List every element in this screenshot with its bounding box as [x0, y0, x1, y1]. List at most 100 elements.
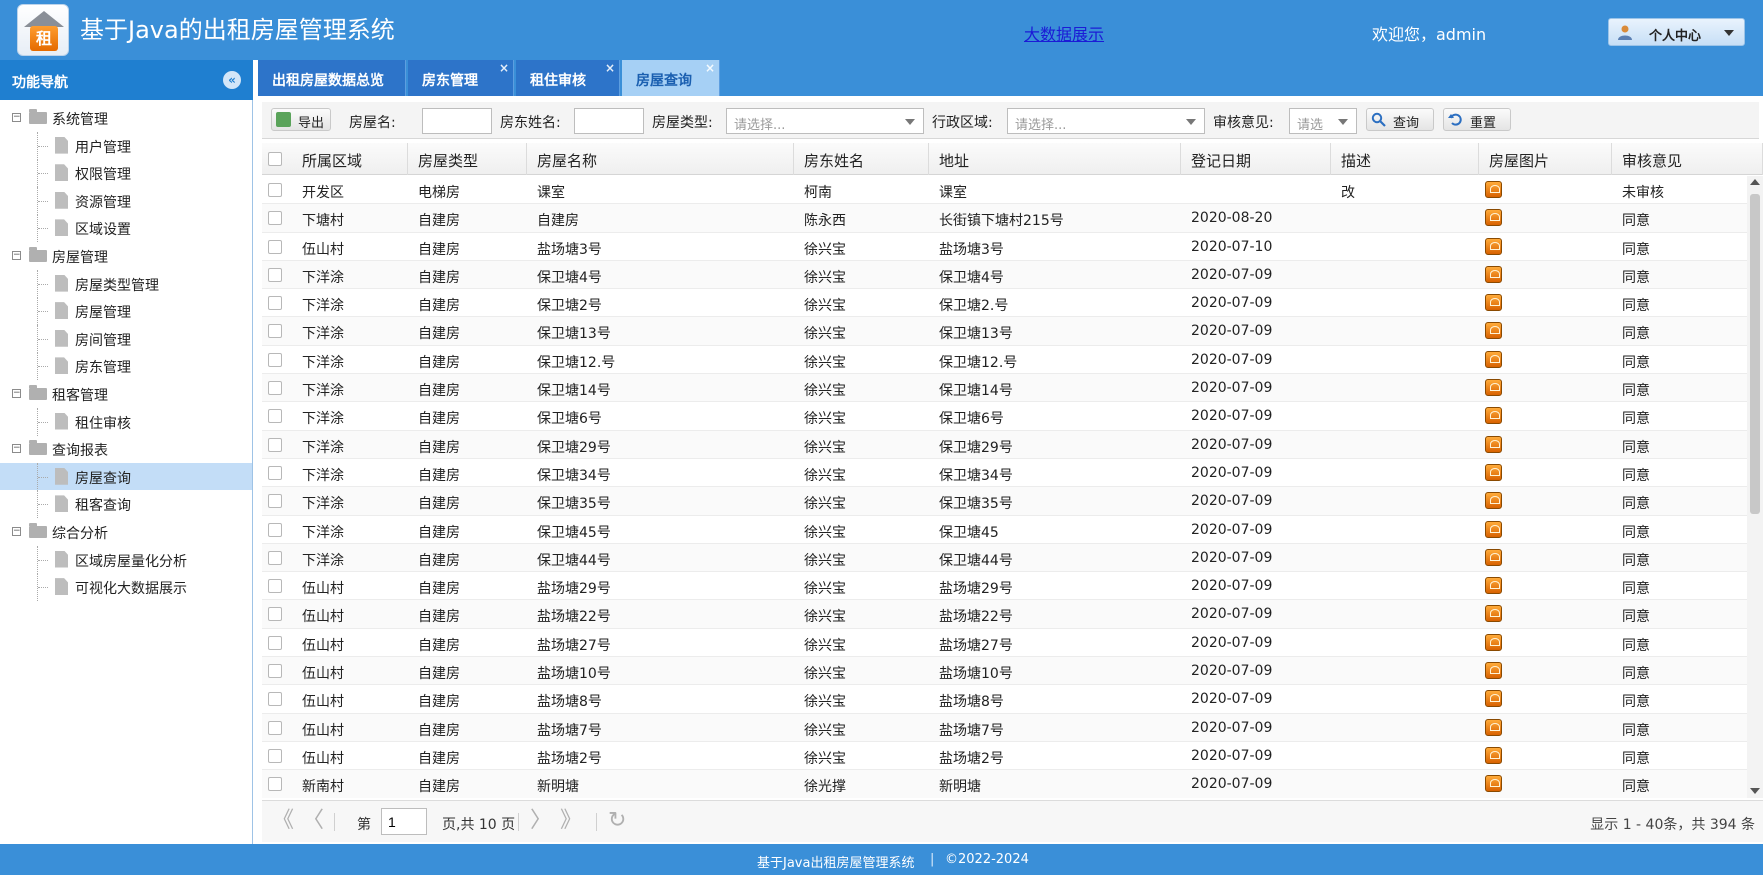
reset-button[interactable]: 重置	[1443, 108, 1511, 131]
house-image-icon[interactable]	[1485, 379, 1502, 397]
close-tab-icon[interactable]: ×	[499, 61, 509, 75]
house-image-icon[interactable]	[1485, 577, 1502, 595]
house-image-icon[interactable]	[1485, 492, 1502, 510]
row-checkbox[interactable]	[268, 211, 282, 226]
column-header[interactable]: 登记日期	[1181, 143, 1331, 175]
query-button[interactable]: 查询	[1366, 108, 1434, 131]
row-checkbox[interactable]	[268, 550, 282, 565]
table-row[interactable]: 下洋涂 自建房 保卫塘6号 徐兴宝 保卫塘6号 2020-07-09 同意	[262, 402, 1747, 431]
tree-item[interactable]: 资源管理	[0, 186, 252, 215]
table-row[interactable]: 下洋涂 自建房 保卫塘44号 徐兴宝 保卫塘44号 2020-07-09 同意	[262, 543, 1747, 573]
scroll-up-icon[interactable]	[1750, 179, 1760, 185]
tab-3[interactable]: 房屋查询 ×	[622, 60, 720, 96]
landlord-input[interactable]	[574, 108, 644, 134]
row-checkbox[interactable]	[268, 748, 282, 763]
tab-0[interactable]: 出租房屋数据总览	[258, 60, 406, 96]
user-center-dropdown[interactable]: 个人中心	[1608, 18, 1745, 46]
row-checkbox[interactable]	[268, 635, 282, 650]
house-image-icon[interactable]	[1485, 690, 1502, 708]
house-image-icon[interactable]	[1485, 463, 1502, 481]
tree-item[interactable]: 权限管理	[0, 159, 252, 188]
column-header[interactable]: 房屋类型	[408, 143, 527, 175]
review-select[interactable]: 请选	[1289, 108, 1357, 134]
house-image-icon[interactable]	[1485, 294, 1502, 312]
table-row[interactable]: 下洋涂 自建房 保卫塘14号 徐兴宝 保卫塘14号 2020-07-09 同意	[262, 374, 1747, 403]
scroll-down-icon[interactable]	[1750, 788, 1760, 794]
tab-2[interactable]: 租住审核 ×	[516, 60, 620, 96]
close-tab-icon[interactable]: ×	[705, 61, 715, 75]
house-image-icon[interactable]	[1485, 662, 1502, 680]
table-row[interactable]: 新南村 自建房 新明塘 徐光撑 新明塘 2020-07-09 同意	[262, 770, 1747, 798]
tree-item[interactable]: 用户管理	[0, 131, 252, 160]
tree-item[interactable]: 可视化大数据展示	[0, 573, 252, 602]
table-row[interactable]: 伍山村 自建房 盐场塘2号 徐兴宝 盐场塘2号 2020-07-09 同意	[262, 742, 1747, 771]
collapse-node-icon[interactable]: −	[12, 113, 21, 122]
tree-item[interactable]: 区域设置	[0, 214, 252, 243]
row-checkbox[interactable]	[268, 239, 282, 254]
first-page-icon[interactable]: 《	[272, 809, 294, 833]
house-image-icon[interactable]	[1485, 265, 1502, 283]
column-header[interactable]: 房东姓名	[794, 143, 929, 175]
house-image-icon[interactable]	[1485, 718, 1502, 736]
house-image-icon[interactable]	[1485, 520, 1502, 538]
export-button[interactable]: 导出	[271, 108, 331, 131]
table-row[interactable]: 伍山村 自建房 盐场塘8号 徐兴宝 盐场塘8号 2020-07-09 同意	[262, 685, 1747, 714]
table-row[interactable]: 开发区 电梯房 课室 柯南 课室 改 未审核	[262, 176, 1747, 205]
row-checkbox[interactable]	[268, 324, 282, 339]
row-checkbox[interactable]	[268, 381, 282, 396]
table-row[interactable]: 伍山村 自建房 盐场塘29号 徐兴宝 盐场塘29号 2020-07-09 同意	[262, 572, 1747, 601]
table-row[interactable]: 下塘村 自建房 自建房 陈永西 长街镇下塘村215号 2020-08-20 同意	[262, 204, 1747, 233]
tree-item[interactable]: 房屋管理	[0, 297, 252, 326]
tree-item[interactable]: 房间管理	[0, 324, 252, 353]
table-row[interactable]: 下洋涂 自建房 保卫塘12.号 徐兴宝 保卫塘12.号 2020-07-09 同意	[262, 346, 1747, 375]
collapse-node-icon[interactable]: −	[12, 444, 21, 454]
next-page-icon[interactable]: 〉	[530, 809, 552, 833]
row-checkbox[interactable]	[268, 409, 282, 424]
collapse-sidebar-icon[interactable]: «	[223, 71, 241, 89]
row-checkbox[interactable]	[268, 465, 282, 480]
row-checkbox[interactable]	[268, 352, 282, 367]
row-checkbox[interactable]	[268, 579, 282, 594]
column-header[interactable]: 地址	[929, 143, 1181, 175]
tree-item[interactable]: 房屋查询	[0, 462, 252, 491]
house-image-icon[interactable]	[1485, 209, 1502, 227]
column-header[interactable]: 描述	[1331, 143, 1479, 175]
house-image-icon[interactable]	[1485, 322, 1502, 340]
column-header[interactable]: 房屋图片	[1479, 143, 1612, 175]
house-image-icon[interactable]	[1485, 548, 1502, 566]
tree-group[interactable]: − 综合分析	[0, 518, 252, 546]
table-row[interactable]: 下洋涂 自建房 保卫塘29号 徐兴宝 保卫塘29号 2020-07-09 同意	[262, 430, 1747, 459]
row-checkbox[interactable]	[268, 437, 282, 452]
house-image-icon[interactable]	[1485, 775, 1502, 793]
table-row[interactable]: 下洋涂 自建房 保卫塘35号 徐兴宝 保卫塘35号 2020-07-09 同意	[262, 487, 1747, 516]
row-checkbox[interactable]	[268, 664, 282, 679]
table-row[interactable]: 伍山村 自建房 盐场塘3号 徐兴宝 盐场塘3号 2020-07-10 同意	[262, 233, 1747, 261]
tree-group[interactable]: − 租客管理	[0, 380, 252, 408]
collapse-node-icon[interactable]: −	[12, 388, 21, 398]
tree-item[interactable]: 租住审核	[0, 407, 252, 436]
table-row[interactable]: 下洋涂 自建房 保卫塘13号 徐兴宝 保卫塘13号 2020-07-09 同意	[262, 317, 1747, 346]
house-image-icon[interactable]	[1485, 605, 1502, 623]
house-image-icon[interactable]	[1485, 633, 1502, 651]
house-image-icon[interactable]	[1485, 237, 1502, 255]
last-page-icon[interactable]: 》	[560, 809, 582, 833]
column-header[interactable]: 审核意见	[1612, 143, 1763, 175]
row-checkbox[interactable]	[268, 267, 282, 282]
house-image-icon[interactable]	[1485, 350, 1502, 368]
row-checkbox[interactable]	[268, 692, 282, 707]
tree-item[interactable]: 租客查询	[0, 490, 252, 519]
table-row[interactable]: 伍山村 自建房 盐场塘27号 徐兴宝 盐场塘27号 2020-07-09 同意	[262, 629, 1747, 658]
row-checkbox[interactable]	[268, 607, 282, 622]
tree-group[interactable]: − 房屋管理	[0, 242, 252, 270]
table-row[interactable]: 下洋涂 自建房 保卫塘34号 徐兴宝 保卫塘34号 2020-07-09 同意	[262, 459, 1747, 488]
row-checkbox[interactable]	[268, 777, 282, 792]
table-row[interactable]: 伍山村 自建房 盐场塘7号 徐兴宝 盐场塘7号 2020-07-09 同意	[262, 713, 1747, 742]
page-number-input[interactable]	[381, 808, 427, 835]
scroll-thumb[interactable]	[1750, 194, 1760, 514]
collapse-node-icon[interactable]: −	[12, 526, 21, 536]
house-type-select[interactable]: 请选择...	[726, 108, 924, 134]
row-checkbox[interactable]	[268, 296, 282, 311]
table-row[interactable]: 伍山村 自建房 盐场塘10号 徐兴宝 盐场塘10号 2020-07-09 同意	[262, 657, 1747, 686]
tree-item[interactable]: 房屋类型管理	[0, 269, 252, 298]
select-all-checkbox[interactable]	[268, 152, 282, 166]
